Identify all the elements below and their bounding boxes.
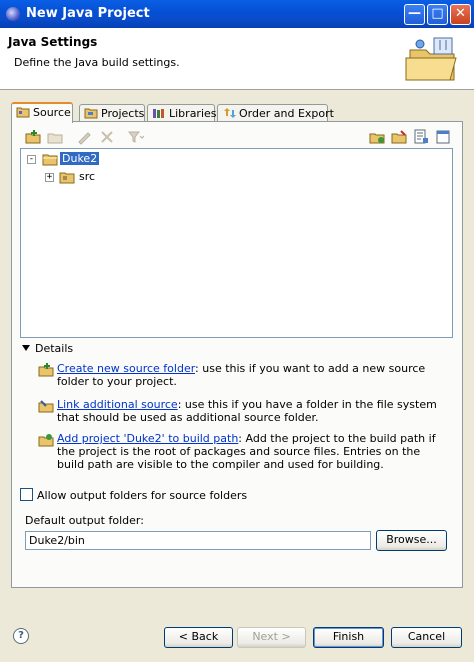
add-folder-icon[interactable]	[24, 128, 42, 146]
browse-button[interactable]: Browse...	[376, 530, 447, 551]
allow-output-folders-checkbox[interactable]	[20, 488, 33, 501]
maximize-button[interactable]: □	[427, 4, 448, 25]
source-folder-icon	[16, 107, 30, 118]
tab-order-export[interactable]: Order and Export	[217, 104, 334, 122]
source-tree[interactable]: - Duke2 + src	[20, 148, 453, 338]
page-description: Define the Java build settings.	[14, 56, 180, 69]
details-label: Details	[35, 342, 74, 355]
finish-button[interactable]: Finish	[313, 627, 384, 648]
link-source-icon[interactable]	[46, 128, 64, 146]
source-toolbar	[22, 128, 452, 148]
tab-projects-label: Projects	[101, 107, 145, 120]
filter-dropdown-icon[interactable]	[126, 128, 144, 146]
expand-icon[interactable]: +	[45, 173, 54, 182]
dialog-window: New Java Project — □ ✕ Java Settings Def…	[0, 0, 474, 662]
detail-create-source: Create new source folder: use this if yo…	[38, 362, 442, 388]
eclipse-icon	[6, 7, 20, 21]
close-button[interactable]: ✕	[450, 4, 471, 25]
remove-icon[interactable]	[98, 128, 116, 146]
close-icon: ✕	[455, 6, 466, 21]
details-toggle[interactable]: Details	[22, 342, 73, 355]
help-icon[interactable]: ?	[13, 628, 29, 644]
window-title: New Java Project	[26, 6, 150, 21]
edit-icon[interactable]	[76, 128, 94, 146]
detail-add-project: Add project 'Duke2' to build path: Add t…	[38, 432, 442, 471]
properties-icon[interactable]	[412, 128, 430, 146]
detail-link-source: Link additional source: use this if you …	[38, 398, 442, 424]
new-source-folder-icon	[38, 363, 54, 377]
add-project-link[interactable]: Add project 'Duke2' to build path	[57, 432, 238, 445]
back-button[interactable]: < Back	[164, 627, 233, 648]
add-project-icon	[38, 434, 54, 447]
link-additional-source-link[interactable]: Link additional source	[57, 398, 178, 411]
output-folder-label: Default output folder:	[25, 514, 144, 527]
projects-icon	[84, 108, 98, 119]
triangle-down-icon	[22, 345, 30, 351]
output-folder-input[interactable]	[25, 531, 371, 550]
package-folder-icon	[59, 172, 75, 184]
cancel-button[interactable]: Cancel	[391, 627, 462, 648]
tab-libraries[interactable]: Libraries	[147, 104, 217, 122]
wizard-header: Java Settings Define the Java build sett…	[0, 28, 474, 90]
page-title: Java Settings	[8, 35, 98, 49]
allow-output-folders-label: Allow output folders for source folders	[37, 489, 248, 502]
tab-libraries-label: Libraries	[169, 107, 217, 120]
libraries-icon	[153, 109, 164, 118]
allow-output-folders-option[interactable]: Allow output folders for source folders	[20, 488, 247, 502]
tab-projects[interactable]: Projects	[79, 104, 145, 122]
minimize-icon: —	[408, 6, 421, 21]
java-project-wizard-icon	[405, 37, 457, 81]
minimize-button[interactable]: —	[404, 4, 425, 25]
collapse-icon[interactable]: -	[27, 155, 36, 164]
project-folder-icon	[42, 154, 58, 166]
maximize-icon: □	[431, 6, 444, 21]
tab-source-label: Source	[33, 106, 71, 119]
create-source-folder-link[interactable]: Create new source folder	[57, 362, 195, 375]
tree-item-src-label: src	[79, 170, 96, 183]
link-source-folder-icon	[38, 400, 54, 413]
next-button[interactable]: Next >	[237, 627, 306, 648]
tab-source[interactable]: Source	[11, 102, 73, 123]
title-bar[interactable]: New Java Project — □ ✕	[0, 0, 474, 28]
new-folder-icon[interactable]	[368, 128, 386, 146]
minimize-view-icon[interactable]	[434, 128, 452, 146]
tree-item-project-label: Duke2	[60, 152, 100, 165]
tab-order-export-label: Order and Export	[239, 107, 334, 120]
link-folder-icon[interactable]	[390, 128, 408, 146]
order-export-icon	[224, 108, 236, 118]
